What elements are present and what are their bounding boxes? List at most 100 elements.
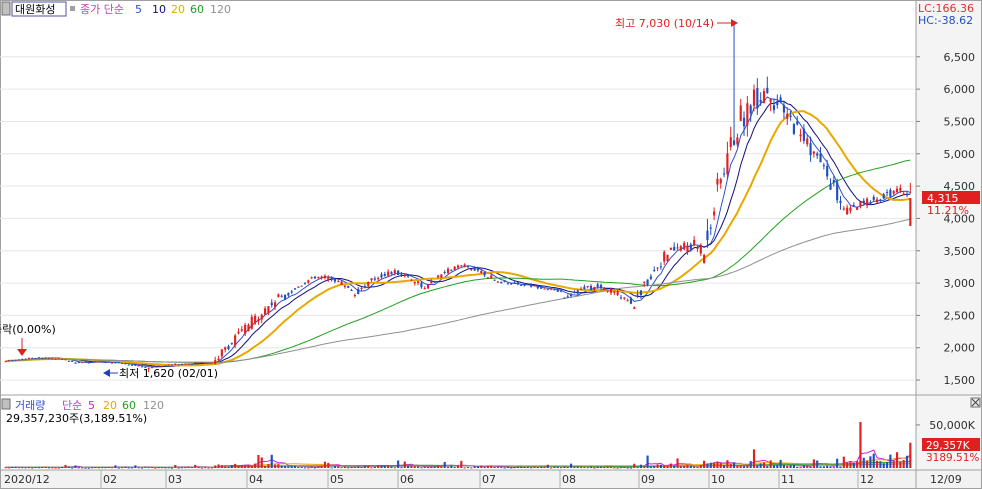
price-tick-label: 3,000	[944, 277, 976, 290]
candle	[197, 362, 200, 364]
volume-bar	[177, 467, 180, 469]
candle-body	[214, 360, 217, 364]
volume-bar	[27, 467, 31, 469]
volume-bar	[762, 462, 766, 468]
last-volume-ratio: 3189.51%	[926, 452, 979, 464]
candle-body	[327, 277, 330, 280]
stock-chart[interactable]: 1,5002,0002,5003,0003,5004,0004,5005,000…	[0, 0, 982, 489]
candle-body	[443, 272, 446, 274]
volume-bar	[323, 461, 327, 468]
date-tick-label: 11	[781, 473, 795, 486]
candle	[703, 253, 706, 264]
candle	[21, 358, 24, 360]
volume-bar	[732, 462, 736, 468]
candle-body	[290, 291, 293, 293]
candle-body	[782, 105, 786, 113]
volume-bar	[593, 467, 596, 469]
candle-body	[493, 279, 496, 281]
volume-bar	[879, 461, 882, 468]
candle-body	[812, 151, 815, 154]
volume-bar	[67, 466, 70, 468]
volume-bar	[496, 466, 499, 468]
candle-body	[84, 361, 87, 363]
candle-body	[463, 264, 466, 268]
candle-body	[21, 358, 24, 360]
candle-body	[713, 211, 716, 216]
candle-body	[107, 361, 110, 363]
volume-tick-label: 50,000K	[929, 419, 975, 432]
volume-bar	[453, 466, 456, 468]
volume-bar	[114, 465, 117, 468]
volume-bar	[799, 467, 802, 469]
volume-bar	[197, 467, 200, 469]
volume-bar	[440, 466, 443, 468]
candle-body	[673, 246, 676, 251]
candle	[426, 283, 430, 290]
volume-bar	[862, 457, 865, 468]
candle-body	[423, 288, 426, 290]
candle-body	[480, 270, 483, 274]
volume-bar	[303, 467, 307, 469]
candle-body	[174, 363, 177, 365]
volume-bar	[180, 467, 184, 469]
candle	[71, 360, 74, 362]
volume-bar	[826, 465, 829, 468]
volume-bar	[746, 465, 749, 468]
volume-bar	[247, 464, 250, 468]
candle	[666, 254, 669, 262]
volume-bar	[503, 467, 506, 469]
volume-bar	[772, 465, 776, 468]
volume-bar	[633, 463, 636, 468]
candle-body	[619, 297, 623, 299]
candle-body	[44, 357, 47, 359]
candle	[283, 294, 287, 300]
volume-bar	[546, 464, 549, 468]
candle-body	[207, 362, 210, 364]
candle-body	[333, 278, 337, 282]
candle	[200, 362, 203, 364]
price-tick-label: 6,000	[944, 83, 976, 96]
candle-body	[54, 358, 57, 360]
candle-body	[666, 254, 669, 262]
volume-bar	[107, 466, 110, 468]
volume-bar	[44, 466, 47, 468]
volume-bar	[859, 422, 862, 468]
volume-bar	[679, 466, 682, 468]
volume-menu-button[interactable]	[1, 398, 11, 410]
candle-body	[819, 153, 822, 163]
volume-bar	[623, 466, 626, 468]
ma-legend-10: 10	[152, 3, 166, 16]
candle-body	[280, 295, 283, 297]
volume-bar	[230, 465, 233, 468]
volume-bar	[104, 467, 107, 469]
candle-body	[816, 153, 819, 156]
candle-body	[57, 358, 60, 360]
volume-bar	[510, 467, 513, 469]
candle-body	[766, 87, 769, 94]
volume-bar	[280, 465, 283, 468]
volume-bar	[739, 465, 742, 468]
candle-body	[663, 251, 666, 262]
candle-body	[500, 281, 503, 284]
volume-bar	[866, 460, 869, 468]
volume-bar	[77, 467, 80, 469]
volume-bar	[433, 466, 436, 468]
volume-bar	[802, 465, 805, 468]
candle-body	[796, 121, 799, 125]
date-tick-label: 12	[860, 473, 874, 486]
volume-bar	[81, 467, 84, 469]
candle-body	[566, 296, 569, 298]
volume-bar	[846, 462, 849, 468]
candle-body	[629, 298, 633, 304]
candle-body	[200, 362, 203, 364]
volume-bar	[570, 463, 573, 468]
candle-body	[653, 269, 656, 271]
panel-menu-button[interactable]	[1, 1, 11, 16]
candle-body	[736, 137, 739, 145]
volume-bar	[683, 465, 686, 468]
candle-body	[646, 279, 649, 286]
volume-bar	[663, 465, 666, 468]
candle-body	[859, 201, 862, 207]
volume-title: 거래량	[15, 399, 45, 412]
volume-bar	[64, 464, 67, 468]
